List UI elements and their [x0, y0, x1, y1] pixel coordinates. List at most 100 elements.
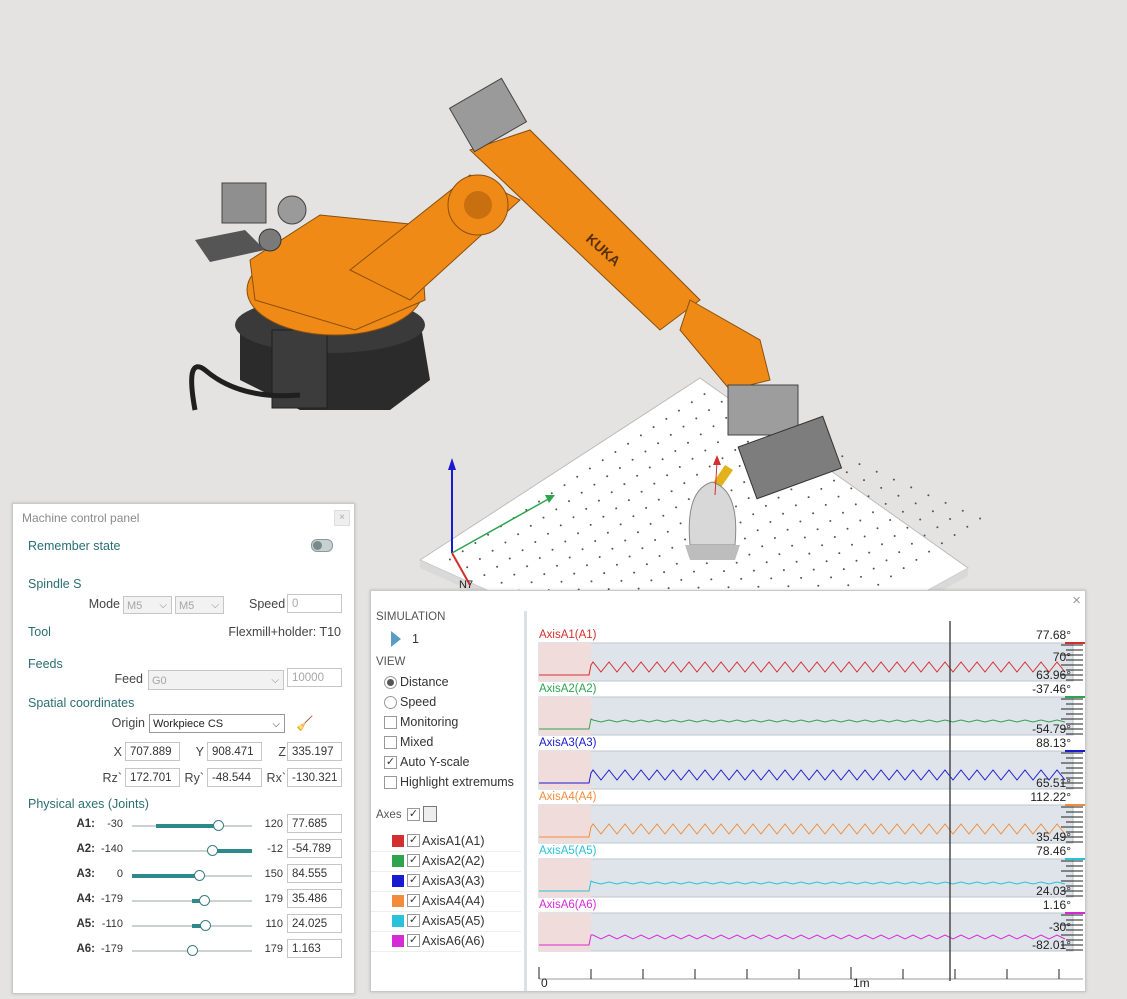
table-dot — [919, 518, 922, 521]
table-dot — [795, 560, 798, 563]
table-dot — [790, 488, 793, 491]
table-dot — [679, 522, 682, 525]
table-dot — [808, 552, 811, 555]
joint-value-input[interactable]: 24.025 — [287, 914, 342, 933]
panel-divider[interactable] — [524, 611, 527, 991]
axis-checkbox[interactable]: ✓ — [407, 854, 420, 867]
joint-slider-handle[interactable] — [199, 895, 210, 906]
series-mid-label: -30° — [1048, 920, 1071, 934]
joint-slider[interactable] — [132, 845, 252, 856]
monitoring-checkbox[interactable] — [384, 716, 397, 729]
mixed-checkbox[interactable] — [384, 736, 397, 749]
series-min-label: 65.51° — [1036, 776, 1071, 790]
table-dot — [765, 561, 768, 564]
axis-name: AxisA1(A1) — [422, 834, 485, 848]
feed-mode-select[interactable]: G0 ⌵ — [148, 670, 284, 690]
table-dot — [675, 506, 678, 509]
joint-name: A2: — [76, 843, 95, 855]
chart-canvas — [538, 621, 1085, 981]
spindle-heading: Spindle S — [28, 577, 82, 591]
table-dot — [650, 579, 653, 582]
joint-slider-handle[interactable] — [187, 945, 198, 956]
y-input[interactable]: 908.471 — [207, 742, 262, 761]
axes-all-checkbox[interactable]: ✓ — [407, 808, 420, 821]
axis-checkbox[interactable]: ✓ — [407, 914, 420, 927]
run-number[interactable]: 1 — [412, 632, 419, 646]
axis-row[interactable]: ✓ AxisA1(A1) — [371, 831, 521, 852]
axis-name: AxisA2(A2) — [422, 854, 485, 868]
axis-checkbox[interactable]: ✓ — [407, 934, 420, 947]
axis-row[interactable]: ✓ AxisA5(A5) — [371, 911, 521, 932]
table-dot — [746, 440, 749, 443]
series-min-label: 35.49° — [1036, 830, 1071, 844]
z-input[interactable]: 335.197 — [287, 742, 342, 761]
broom-icon[interactable]: 🧹 — [296, 715, 313, 732]
table-dot — [508, 557, 511, 560]
joint-slider[interactable] — [132, 895, 252, 906]
table-dot — [720, 400, 723, 403]
table-dot — [632, 515, 635, 518]
joint-slider[interactable] — [132, 870, 252, 881]
axis-checkbox[interactable]: ✓ — [407, 834, 420, 847]
axis-row[interactable]: ✓ AxisA3(A3) — [371, 871, 521, 892]
table-dot — [693, 570, 695, 573]
axis-row[interactable]: ✓ AxisA2(A2) — [371, 851, 521, 872]
joint-value-input[interactable]: 35.486 — [287, 889, 342, 908]
joint-value-input[interactable]: 84.555 — [287, 864, 342, 883]
joint-slider-handle[interactable] — [200, 920, 212, 931]
close-icon[interactable]: × — [334, 510, 350, 526]
joint-slider-handle[interactable] — [194, 870, 206, 881]
table-dot — [573, 572, 576, 575]
axis-checkbox[interactable]: ✓ — [407, 894, 420, 907]
table-dot — [824, 503, 827, 506]
table-dot — [858, 463, 861, 466]
table-dot — [697, 586, 700, 589]
axis-row[interactable]: ✓ AxisA6(A6) — [371, 931, 521, 952]
joint-slider[interactable] — [132, 920, 252, 931]
feed-value-input[interactable]: 10000 — [287, 668, 342, 687]
table-dot — [547, 532, 549, 535]
mode-select-2[interactable]: M5 ⌵ — [175, 596, 224, 614]
close-icon[interactable]: × — [1072, 592, 1081, 609]
joint-slider[interactable] — [132, 945, 252, 956]
table-dot — [606, 475, 609, 478]
remember-state-label: Remember state — [28, 539, 121, 553]
table-dot — [500, 581, 503, 584]
rz-input[interactable]: 172.701 — [125, 768, 180, 787]
table-dot — [624, 539, 627, 542]
axis-checkbox[interactable]: ✓ — [407, 874, 420, 887]
speed-radio[interactable] — [384, 696, 397, 709]
joint-slider[interactable] — [132, 820, 252, 831]
auto-y-checkbox[interactable]: ✓ — [384, 756, 397, 769]
table-dot — [717, 441, 719, 444]
joint-slider-handle[interactable] — [213, 820, 225, 831]
x-input[interactable]: 707.889 — [125, 742, 180, 761]
chevron-down-icon: ⌵ — [211, 600, 219, 611]
origin-select[interactable]: Workpiece CS ⌵ — [149, 714, 285, 733]
table-dot — [675, 562, 678, 565]
highlight-checkbox[interactable] — [384, 776, 397, 789]
table-dot — [816, 528, 819, 531]
table-dot — [940, 542, 943, 545]
ry-input[interactable]: -48.544 — [207, 768, 262, 787]
joint-value-input[interactable]: -54.789 — [287, 839, 342, 858]
table-dot — [923, 534, 926, 537]
speed-input[interactable]: 0 — [287, 594, 342, 613]
table-dot — [876, 527, 879, 530]
save-icon[interactable] — [423, 806, 437, 822]
axes-chart[interactable]: AxisA1(A1) 77.68° 70° 63.96° AxisA2(A2) -37.4… — [531, 609, 1085, 991]
joint-slider-handle[interactable] — [207, 845, 219, 856]
distance-radio[interactable] — [384, 676, 397, 689]
tool-value: Flexmill+holder: T10 — [228, 625, 341, 639]
axis-row[interactable]: ✓ AxisA4(A4) — [371, 891, 521, 912]
series-max-label: 112.22° — [1030, 790, 1071, 804]
joint-value-input[interactable]: 1.163 — [287, 939, 342, 958]
play-icon[interactable] — [391, 631, 401, 647]
mode-select-1[interactable]: M5 ⌵ — [123, 596, 172, 614]
rx-input[interactable]: -130.321 — [287, 768, 342, 787]
table-dot — [538, 557, 541, 559]
remember-state-toggle[interactable] — [311, 539, 333, 552]
table-dot — [979, 517, 982, 520]
table-dot — [551, 548, 554, 551]
joint-value-input[interactable]: 77.685 — [287, 814, 342, 833]
